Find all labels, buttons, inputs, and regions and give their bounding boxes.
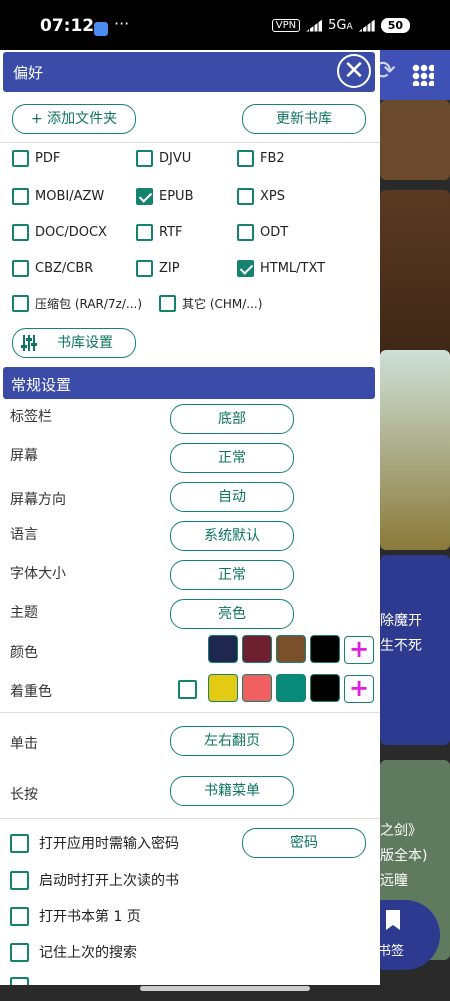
dialog-title: 偏好 [13,64,44,82]
color-swatch[interactable] [242,635,272,663]
language-dropdown[interactable]: 系统默认 [170,521,294,551]
book-cover[interactable] [380,350,450,550]
divider [0,818,380,819]
checkbox [237,150,254,167]
status-icons: VPN 5GA 50 [271,18,410,33]
battery-icon: 50 [380,18,410,33]
setting-label: 语言 [10,527,38,543]
setting-label: 主题 [10,605,38,621]
accent-swatch[interactable] [310,674,340,702]
general-settings-header: 常规设置 [3,367,375,399]
accent-toggle-checkbox[interactable] [178,680,197,699]
checkbox [10,977,29,985]
checkbox [136,150,153,167]
single-tap-dropdown[interactable]: 左右翻页 [170,726,294,756]
home-indicator[interactable] [140,986,310,991]
checkbox [10,906,29,926]
background-toolbar: ⟳ [370,50,450,100]
checkbox-checked [136,188,153,205]
format-checkbox-html[interactable]: HTML/TXT [237,260,325,277]
setting-label: 标签栏 [10,409,52,425]
tab-bar-dropdown[interactable]: 底部 [170,404,294,434]
network-type: 5GA [328,18,353,33]
grid-icon[interactable] [412,64,434,86]
font-size-dropdown[interactable]: 正常 [170,560,294,590]
format-checkbox-mobi[interactable]: MOBI/AZW [12,188,104,205]
color-swatch[interactable] [310,635,340,663]
setting-label: 屏幕 [10,448,38,464]
checkbox [237,188,254,205]
bookmark-icon [386,910,400,930]
color-swatch[interactable] [276,635,306,663]
checkbox [10,870,29,890]
accent-swatch[interactable] [276,674,306,702]
orientation-dropdown[interactable]: 自动 [170,482,294,512]
password-button[interactable]: 密码 [242,828,366,858]
screen-dropdown[interactable]: 正常 [170,443,294,473]
format-checkbox-archive[interactable]: 压缩包 (RAR/7z/...) [12,295,142,312]
checkbox [12,188,29,205]
more-notifications-icon: ··· [114,14,130,33]
format-checkbox-doc[interactable]: DOC/DOCX [12,224,107,241]
add-accent-icon[interactable]: + [344,675,374,703]
format-checkbox-other[interactable]: 其它 (CHM/...) [159,295,262,312]
option-open-first-page[interactable]: 打开书本第 1 页 [10,906,141,926]
format-checkbox-fb2[interactable]: FB2 [237,150,285,167]
single-tap-label: 单击 [10,736,38,752]
checkbox [12,295,29,312]
checkbox [237,224,254,241]
dialog-titlebar: 偏好 ✕ [3,52,375,92]
divider [0,142,380,143]
option-open-last-book[interactable]: 启动时打开上次读的书 [10,870,179,890]
signal-icon-2 [358,19,375,32]
format-checkbox-pdf[interactable]: PDF [12,150,60,167]
add-color-icon[interactable]: + [344,636,374,664]
long-press-dropdown[interactable]: 书籍菜单 [170,776,294,806]
vpn-icon: VPN [271,19,301,32]
format-checkbox-rtf[interactable]: RTF [136,224,183,241]
format-checkbox-djvu[interactable]: DJVU [136,150,191,167]
option-partially-visible[interactable] [10,977,39,985]
theme-dropdown[interactable]: 亮色 [170,599,294,629]
checkbox [12,150,29,167]
format-checkbox-odt[interactable]: ODT [237,224,288,241]
book-cover[interactable] [380,100,450,180]
long-press-label: 长按 [10,787,38,803]
color-swatch[interactable] [208,635,238,663]
add-folder-button[interactable]: + 添加文件夹 [12,104,136,134]
clock: 07:12 [40,16,95,36]
checkbox [10,833,29,853]
checkbox-checked [237,260,254,277]
preferences-dialog: 偏好 ✕ + 添加文件夹 更新书库 PDF DJVU FB2 MOBI/AZW … [0,50,380,985]
option-password-on-open[interactable]: 打开应用时需输入密码 [10,833,179,853]
signal-icon [306,19,323,32]
format-checkbox-cbz[interactable]: CBZ/CBR [12,260,93,277]
accent-swatch[interactable] [242,674,272,702]
update-library-button[interactable]: 更新书库 [242,104,366,134]
divider [0,712,380,713]
checkbox [12,224,29,241]
checkbox [12,260,29,277]
sliders-icon [21,335,37,351]
checkbox [10,942,29,962]
book-cover[interactable]: 除魔开 生不死 [380,555,450,745]
accent-swatch[interactable] [208,674,238,702]
option-remember-search[interactable]: 记住上次的搜索 [10,942,137,962]
status-bar: 07:12 ··· VPN 5GA 50 [0,0,450,50]
library-settings-button[interactable]: 书库设置 [12,328,136,358]
setting-label: 屏幕方向 [10,492,66,508]
checkbox [159,295,176,312]
notification-app-icon [94,22,108,36]
format-checkbox-epub[interactable]: EPUB [136,188,194,205]
setting-label: 字体大小 [10,566,66,582]
close-icon[interactable]: ✕ [337,54,371,88]
format-checkbox-zip[interactable]: ZIP [136,260,180,277]
checkbox [136,260,153,277]
color-label: 颜色 [10,645,38,661]
format-checkbox-xps[interactable]: XPS [237,188,285,205]
checkbox [136,224,153,241]
accent-color-label: 着重色 [10,684,52,700]
